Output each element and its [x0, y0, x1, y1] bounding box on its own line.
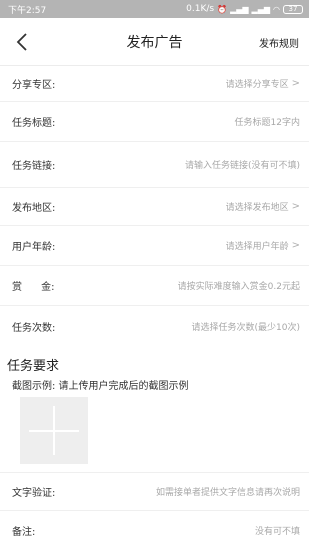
region-label: 发布地区: [12, 203, 56, 214]
battery-icon: 37 [283, 4, 303, 14]
signal-icon-2: ▂▄▆ [251, 4, 271, 14]
task-count-label: 任务次数: [12, 322, 56, 334]
notes-placeholder: 没有可不填 [254, 527, 300, 537]
user-age-label: 用户年龄: [12, 242, 56, 253]
share-zone-label: 分享专区: [12, 80, 56, 91]
task-requirements-title: 任务要求 [7, 359, 60, 374]
task-count-row[interactable]: 任务次数: 请选择任务次数(最少10次) [0, 306, 309, 346]
region-select[interactable]: 请选择发布地区 > [226, 200, 300, 213]
alarm-icon: ⏰ [217, 4, 228, 14]
share-zone-select[interactable]: 请选择分享专区 > [226, 77, 300, 90]
share-zone-placeholder: 请选择分享专区 [225, 80, 289, 90]
notes-input[interactable]: 没有可不填 [255, 524, 300, 537]
task-title-label: 任务标题: [12, 118, 56, 129]
status-indicators: 0.1K/s ⏰ ▂▄▆ ▂▄▆ ◠ 37 [186, 4, 303, 14]
task-count-placeholder: 请选择任务次数(最少10次) [191, 322, 300, 333]
wifi-icon: ◠ [273, 4, 280, 14]
notes-row: 备注: 没有可不填 [0, 511, 309, 550]
text-verify-row: 文字验证: 如需接单者提供文字信息请再次说明 [0, 473, 309, 511]
share-zone-row[interactable]: 分享专区: 请选择分享专区 > [0, 66, 309, 102]
text-verify-placeholder: 如需接单者提供文字信息请再次说明 [155, 488, 300, 498]
screenshot-example-label: 截图示例: 请上传用户完成后的截图示例 [12, 381, 189, 392]
navigation-bar: 发布广告 发布规则 [0, 18, 309, 66]
task-title-row: 任务标题: 任务标题12字内 [0, 102, 309, 142]
task-title-placeholder: 任务标题12字内 [234, 118, 300, 128]
screenshot-upload-button[interactable] [20, 397, 88, 464]
text-verify-input[interactable]: 如需接单者提供文字信息请再次说明 [156, 485, 300, 498]
user-age-placeholder: 请选择用户年龄 [225, 242, 289, 252]
back-arrow-icon [16, 33, 27, 51]
chevron-right-icon: > [291, 78, 300, 89]
chevron-right-icon: > [291, 240, 300, 251]
chevron-right-icon: > [291, 201, 300, 212]
task-link-label: 任务链接: [12, 161, 56, 172]
region-placeholder: 请选择发布地区 [225, 203, 289, 213]
reward-label: 赏 金: [12, 282, 55, 293]
user-age-row[interactable]: 用户年龄: 请选择用户年龄 > [0, 226, 309, 266]
status-time: 下午2:57 [8, 5, 47, 16]
notes-label: 备注: [12, 527, 36, 538]
network-speed: 0.1K/s [186, 4, 215, 14]
back-button[interactable] [10, 30, 34, 54]
task-title-input[interactable]: 任务标题12字内 [235, 115, 300, 128]
task-link-row: 任务链接: 请输入任务链接(没有可不填) [0, 142, 309, 188]
task-link-input[interactable]: 请输入任务链接(没有可不填) [185, 158, 300, 171]
status-bar: 下午2:57 0.1K/s ⏰ ▂▄▆ ▂▄▆ ◠ 37 [0, 0, 309, 18]
reward-input[interactable]: 请按实际难度输入赏金0.2元起 [178, 279, 300, 292]
signal-icon: ▂▄▆ [230, 4, 249, 14]
reward-row: 赏 金: 请按实际难度输入赏金0.2元起 [0, 266, 309, 306]
battery-level: 37 [288, 4, 298, 13]
reward-placeholder: 请按实际难度输入赏金0.2元起 [177, 282, 300, 292]
task-link-placeholder: 请输入任务链接(没有可不填) [184, 161, 300, 171]
text-verify-label: 文字验证: [12, 488, 56, 499]
user-age-select[interactable]: 请选择用户年龄 > [226, 239, 300, 252]
task-count-select[interactable]: 请选择任务次数(最少10次) [192, 320, 300, 333]
region-row[interactable]: 发布地区: 请选择发布地区 > [0, 188, 309, 226]
publish-rules-link[interactable]: 发布规则 [259, 35, 299, 50]
